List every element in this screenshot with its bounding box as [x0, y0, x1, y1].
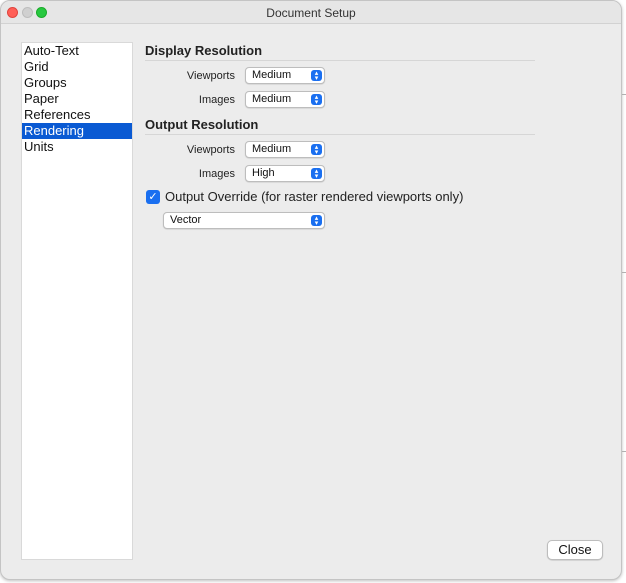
display-viewports-value: Medium — [252, 69, 292, 81]
sidebar-item-groups[interactable]: Groups — [22, 75, 132, 91]
sidebar-item-rendering[interactable]: Rendering — [22, 123, 132, 139]
popup-arrows-icon: ▴ ▾ — [311, 144, 322, 156]
display-viewports-select[interactable]: Medium ▴ ▾ — [245, 67, 325, 84]
background-edge-mark — [622, 272, 626, 273]
output-resolution-title: Output Resolution — [145, 117, 259, 132]
output-override-checkbox[interactable]: ✓ — [146, 190, 160, 204]
output-resolution-divider — [145, 134, 535, 135]
display-resolution-title: Display Resolution — [145, 43, 263, 58]
output-override-label[interactable]: Output Override (for raster rendered vie… — [165, 189, 463, 204]
background-edge-mark — [622, 94, 626, 95]
display-images-label: Images — [198, 94, 235, 106]
window-title: Document Setup — [266, 6, 356, 20]
output-viewports-value: Medium — [252, 143, 292, 155]
sidebar-item-auto-text[interactable]: Auto-Text — [22, 43, 132, 59]
close-button[interactable]: Close — [547, 540, 603, 560]
popup-arrows-icon: ▴ ▾ — [311, 168, 322, 180]
sidebar-item-references[interactable]: References — [22, 107, 132, 123]
popup-arrows-icon: ▴ ▾ — [311, 94, 322, 106]
display-resolution-divider — [145, 60, 535, 61]
output-images-select[interactable]: High ▴ ▾ — [245, 165, 325, 182]
document-setup-window: Document Setup Auto-Text Grid Groups Pap… — [0, 0, 622, 580]
sidebar-item-units[interactable]: Units — [22, 139, 132, 155]
display-images-value: Medium — [252, 93, 292, 105]
output-override-mode-value: Vector — [170, 214, 202, 226]
title-bar: Document Setup — [1, 1, 621, 24]
output-viewports-select[interactable]: Medium ▴ ▾ — [245, 141, 325, 158]
display-images-select[interactable]: Medium ▴ ▾ — [245, 91, 325, 108]
settings-sidebar: Auto-Text Grid Groups Paper References R… — [21, 42, 133, 560]
popup-arrows-icon: ▴ ▾ — [311, 70, 322, 82]
display-viewports-label: Viewports — [186, 70, 235, 82]
sidebar-item-paper[interactable]: Paper — [22, 91, 132, 107]
background-edge-mark — [622, 451, 626, 452]
output-viewports-label: Viewports — [186, 144, 235, 156]
output-override-mode-select[interactable]: Vector ▴ ▾ — [163, 212, 325, 229]
sidebar-item-grid[interactable]: Grid — [22, 59, 132, 75]
popup-arrows-icon: ▴ ▾ — [311, 215, 322, 227]
output-images-label: Images — [198, 168, 235, 180]
output-images-value: High — [252, 167, 275, 179]
